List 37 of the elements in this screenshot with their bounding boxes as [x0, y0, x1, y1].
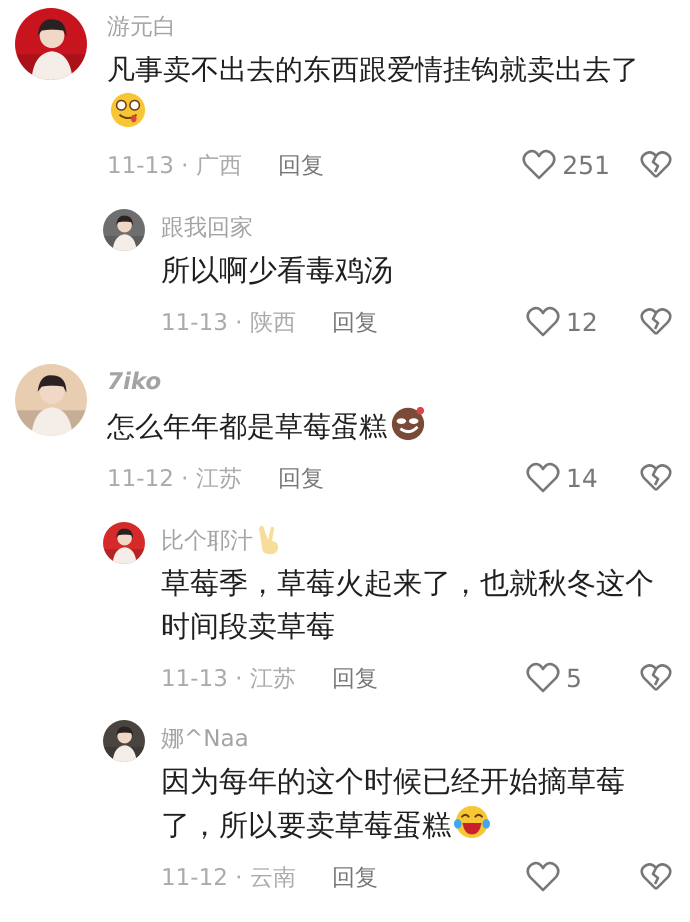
smirk-emoji-icon	[389, 404, 427, 442]
like-count: 5	[566, 664, 583, 692]
heart-icon[interactable]	[526, 462, 560, 494]
reply-link[interactable]: 回复	[332, 862, 378, 892]
heart-icon[interactable]	[526, 861, 560, 893]
reply-link[interactable]: 回复	[332, 306, 378, 338]
broken-heart-icon[interactable]	[640, 862, 672, 892]
heart-icon[interactable]	[526, 662, 560, 694]
drooling-emoji-icon	[109, 91, 147, 129]
like-count: 12	[566, 308, 599, 336]
comment-date-location: 11-13 · 江苏	[161, 664, 296, 694]
user-name[interactable]: 7iko	[107, 369, 162, 395]
broken-heart-icon[interactable]	[640, 663, 672, 693]
reply-link[interactable]: 回复	[278, 150, 324, 180]
comment-text: 怎么年年都是草莓蛋糕	[107, 404, 672, 448]
comment-text: 因为每年的这个时候已经开始摘草莓了，所以要卖草莓蛋糕	[161, 763, 626, 844]
heart-icon[interactable]	[522, 149, 556, 181]
like-count: 14	[566, 464, 599, 492]
comment-text: 凡事卖不出去的东西跟爱情挂钩就卖出去了	[107, 48, 672, 135]
comment-date-location: 11-12 · 江苏	[107, 464, 242, 494]
comment-date-location: 11-12 · 云南	[161, 864, 296, 892]
comment-date-location: 11-13 · 广西	[107, 152, 242, 180]
comment-text: 草莓季，草莓火起来了，也就秋冬这个时间段卖草莓	[161, 565, 655, 645]
user-name[interactable]: 游元白	[107, 10, 176, 42]
broken-heart-icon[interactable]	[640, 307, 672, 337]
comment-date-location: 11-13 · 陕西	[161, 308, 296, 338]
user-name[interactable]: 跟我回家	[161, 212, 253, 242]
reply-link[interactable]: 回复	[278, 462, 324, 494]
laughing-emoji-icon	[453, 803, 491, 841]
user-name[interactable]: 娜^Naa	[161, 722, 249, 754]
user-name[interactable]: 比个耶汁	[161, 524, 253, 556]
heart-icon[interactable]	[526, 306, 560, 338]
reply-link[interactable]: 回复	[332, 662, 378, 694]
broken-heart-icon[interactable]	[640, 463, 672, 493]
broken-heart-icon[interactable]	[640, 150, 672, 180]
like-count: 251	[562, 150, 610, 180]
comment-text: 所以啊少看毒鸡汤	[161, 252, 394, 289]
